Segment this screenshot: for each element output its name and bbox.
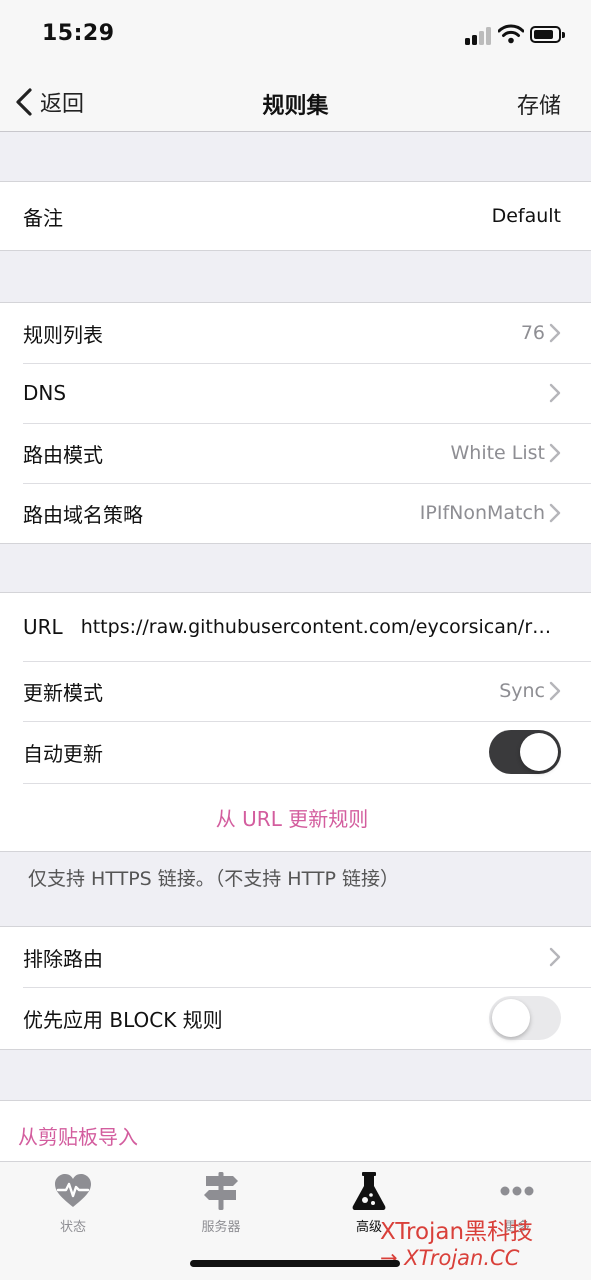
signpost-icon: [204, 1172, 238, 1210]
toggle-knob: [520, 733, 558, 771]
tab-status-label: 状态: [59, 1220, 86, 1235]
chevron-right-icon: [549, 681, 561, 701]
import-from-clipboard-button[interactable]: 从剪贴板导入: [18, 1121, 138, 1150]
dns-row[interactable]: DNS: [0, 363, 591, 423]
routing-mode-label: 路由模式: [23, 442, 103, 467]
flask-icon: [352, 1172, 386, 1210]
heart-pulse-icon: [55, 1174, 91, 1207]
domain-strategy-row[interactable]: 路由域名策略 IPIfNonMatch: [0, 483, 591, 543]
home-indicator: [190, 1260, 400, 1267]
save-button[interactable]: 存储: [517, 88, 561, 120]
wifi-icon: [498, 24, 524, 44]
domain-strategy-label: 路由域名策略: [23, 502, 143, 527]
rule-list-label: 规则列表: [23, 322, 103, 347]
update-from-url-button[interactable]: 从 URL 更新规则: [216, 803, 368, 832]
block-priority-toggle[interactable]: [489, 996, 561, 1040]
tab-servers-label: 服务器: [201, 1220, 241, 1235]
watermark-url-text: XTrojan.CC: [404, 1246, 520, 1270]
rules-section: 规则列表 76 DNS 路由模式 White List 路由域名策略 IPIfN…: [0, 302, 591, 544]
note-section: 备注 Default: [0, 181, 591, 251]
block-priority-row: 优先应用 BLOCK 规则: [0, 987, 591, 1049]
auto-update-label: 自动更新: [23, 741, 103, 766]
note-label: 备注: [23, 205, 63, 230]
chevron-right-icon: [549, 947, 561, 967]
https-note: 仅支持 HTTPS 链接。（不支持 HTTP 链接）: [28, 868, 399, 890]
exclude-route-label: 排除路由: [23, 946, 103, 971]
import-row[interactable]: 从剪贴板导入: [0, 1101, 591, 1169]
domain-strategy-value: IPIfNonMatch: [419, 502, 545, 524]
chevron-right-icon: [549, 503, 561, 523]
rule-list-count: 76: [520, 322, 545, 344]
chevron-right-icon: [549, 443, 561, 463]
watermark-text: XTrojan黑科技: [380, 1219, 534, 1245]
exclude-route-row[interactable]: 排除路由: [0, 927, 591, 987]
battery-icon: [530, 26, 565, 43]
auto-update-toggle[interactable]: [489, 730, 561, 774]
url-label: URL: [23, 615, 63, 639]
update-from-url-row[interactable]: 从 URL 更新规则: [0, 783, 591, 851]
navigation-bar: 返回 规则集 存储: [0, 72, 591, 132]
rule-list-row[interactable]: 规则列表 76: [0, 303, 591, 363]
url-input[interactable]: https://raw.githubusercontent.com/eycors…: [81, 616, 561, 638]
more-dots-icon: [500, 1186, 534, 1196]
update-mode-value: Sync: [499, 680, 545, 702]
update-mode-label: 更新模式: [23, 680, 103, 705]
chevron-right-icon: [549, 383, 561, 403]
watermark-url: → XTrojan.CC: [380, 1246, 519, 1270]
tab-servers[interactable]: 服务器: [166, 1170, 276, 1235]
exclude-section: 排除路由 优先应用 BLOCK 规则: [0, 926, 591, 1050]
tab-status[interactable]: 状态: [18, 1170, 128, 1235]
url-row[interactable]: URL https://raw.githubusercontent.com/ey…: [0, 593, 591, 661]
block-priority-label: 优先应用 BLOCK 规则: [23, 1007, 223, 1032]
import-section: 从剪贴板导入: [0, 1100, 591, 1169]
routing-mode-row[interactable]: 路由模式 White List: [0, 423, 591, 483]
status-time: 15:29: [42, 21, 115, 46]
page-title: 规则集: [262, 94, 329, 119]
status-bar: 15:29: [0, 0, 591, 72]
routing-mode-value: White List: [450, 442, 546, 464]
note-value: Default: [491, 205, 561, 227]
update-mode-row[interactable]: 更新模式 Sync: [0, 661, 591, 721]
cellular-signal-icon: [465, 27, 493, 45]
toggle-knob: [492, 999, 530, 1037]
note-row[interactable]: 备注 Default: [0, 182, 591, 250]
url-section: URL https://raw.githubusercontent.com/ey…: [0, 592, 591, 852]
dns-label: DNS: [23, 381, 67, 405]
auto-update-row: 自动更新: [0, 721, 591, 783]
chevron-right-icon: [549, 323, 561, 343]
